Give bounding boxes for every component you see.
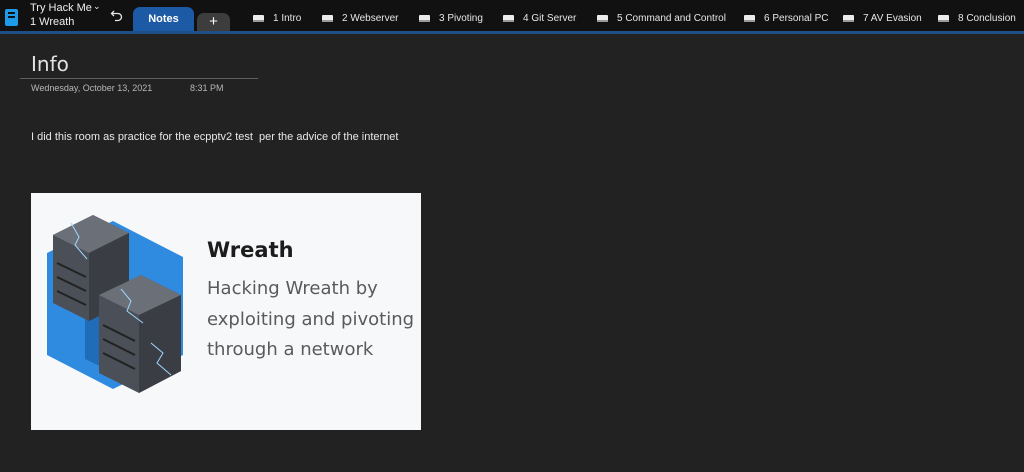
section-tab-pivoting[interactable]: 3 Pivoting (418, 13, 483, 24)
section-tab-label: 3 Pivoting (439, 13, 483, 24)
tab-underline (0, 31, 1024, 34)
title-divider (20, 78, 258, 79)
section-icon (503, 15, 514, 22)
page-time: 8:31 PM (190, 83, 224, 93)
note-body-text[interactable]: I did this room as practice for the ecpp… (31, 131, 398, 143)
section-tab-label: 7 AV Evasion (863, 13, 922, 24)
tab-notes[interactable]: Notes (133, 7, 194, 31)
room-description: Hacking Wreath by exploiting and pivotin… (207, 278, 415, 360)
section-tab-conclusion[interactable]: 8 Conclusion (937, 13, 1016, 24)
section-tab-label: 5 Command and Control (617, 13, 726, 24)
add-tab-button[interactable]: + (197, 13, 230, 31)
section-icon (322, 15, 333, 22)
section-icon (597, 15, 608, 22)
room-title: Wreath (207, 238, 294, 262)
section-tab-git-server[interactable]: 4 Git Server (502, 13, 576, 24)
section-tab-label: 6 Personal PC (764, 13, 829, 24)
page-date: Wednesday, October 13, 2021 (31, 83, 153, 93)
section-icon (744, 15, 755, 22)
section-tab-label: 4 Git Server (523, 13, 577, 24)
back-icon[interactable] (110, 8, 124, 22)
chevron-down-icon[interactable]: ⌄ (93, 1, 101, 12)
section-icon (938, 15, 949, 22)
section-tab-av-evasion[interactable]: 7 AV Evasion (842, 13, 922, 24)
section-tab-webserver[interactable]: 2 Webserver (321, 13, 399, 24)
notebook-icon[interactable] (5, 9, 18, 26)
notebook-name[interactable]: Try Hack Me (30, 2, 92, 14)
section-icon (253, 15, 264, 22)
section-icon (419, 15, 430, 22)
server-rack-illustration (47, 215, 183, 393)
embedded-room-card[interactable]: Wreath Hacking Wreath by exploiting and … (31, 193, 421, 430)
top-bar: Try Hack Me ⌄ 1 Wreath Notes + 1 Intro 2… (0, 0, 1024, 31)
section-tab-personal-pc[interactable]: 6 Personal PC (743, 13, 828, 24)
section-tab-label: 2 Webserver (342, 13, 399, 24)
section-icon (843, 15, 854, 22)
section-tab-label: 1 Intro (273, 13, 302, 24)
page-title[interactable]: Info (31, 52, 69, 76)
current-section-label[interactable]: 1 Wreath (30, 16, 74, 28)
section-tab-intro[interactable]: 1 Intro (252, 13, 301, 24)
section-tab-command-and-control[interactable]: 5 Command and Control (596, 13, 726, 24)
section-tab-label: 8 Conclusion (958, 13, 1016, 24)
